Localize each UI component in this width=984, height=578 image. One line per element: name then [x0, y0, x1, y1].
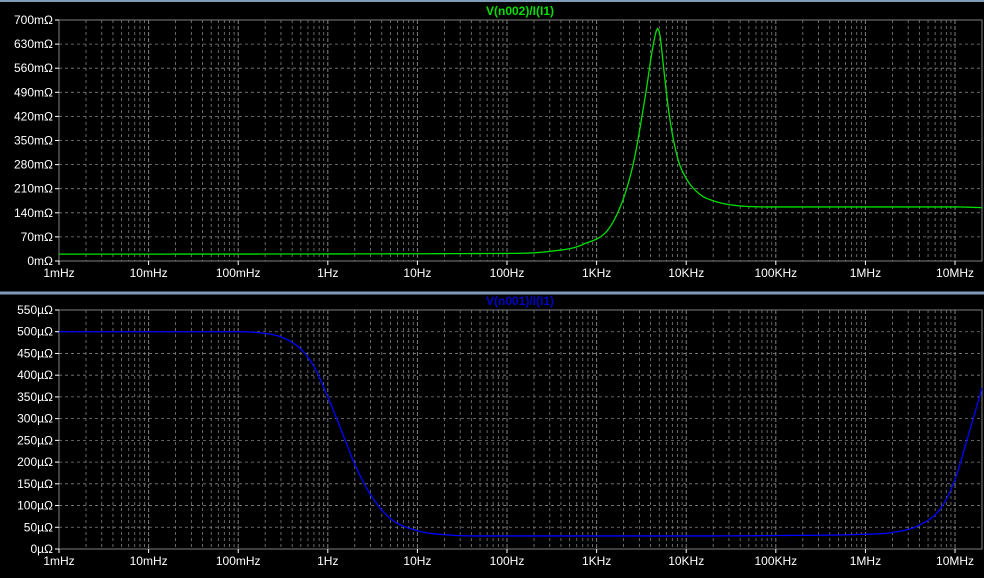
y-tick-label: 280mΩ — [14, 158, 53, 172]
x-tick-label: 10Hz — [403, 554, 431, 568]
y-tick-label: 150µΩ — [17, 477, 53, 491]
x-tick-label: 10KHz — [668, 554, 704, 568]
y-tick-label: 700mΩ — [14, 13, 53, 27]
x-tick-label: 100Hz — [490, 266, 525, 280]
x-tick-label: 1mHz — [43, 266, 74, 280]
x-tick-label: 1KHz — [582, 266, 611, 280]
x-tick-label: 100Hz — [490, 554, 525, 568]
x-tick-label: 10mHz — [130, 554, 168, 568]
x-tick-label: 1KHz — [582, 554, 611, 568]
x-tick-label: 10Hz — [403, 266, 431, 280]
y-tick-label: 630mΩ — [14, 37, 53, 51]
y-tick-label: 350mΩ — [14, 134, 53, 148]
bottom-plot-title: V(n001)/I(I1) — [486, 294, 554, 308]
y-tick-label: 140mΩ — [14, 206, 53, 220]
x-tick-label: 1MHz — [850, 266, 881, 280]
x-tick-label: 1Hz — [317, 554, 338, 568]
x-tick-label: 1mHz — [43, 554, 74, 568]
x-tick-label: 10MHz — [936, 266, 974, 280]
y-tick-label: 350µΩ — [17, 390, 53, 404]
x-tick-label: 100mHz — [216, 554, 261, 568]
x-tick-label: 1MHz — [850, 554, 881, 568]
y-tick-label: 70mΩ — [21, 230, 53, 244]
x-tick-label: 1Hz — [317, 266, 338, 280]
y-tick-label: 400µΩ — [17, 368, 53, 382]
y-tick-label: 250µΩ — [17, 433, 53, 447]
y-tick-label: 50µΩ — [24, 520, 53, 534]
y-tick-label: 300µΩ — [17, 412, 53, 426]
x-tick-label: 100mHz — [216, 266, 261, 280]
waveform-viewer: V(n002)/I(I1) 0mΩ70mΩ140mΩ210mΩ280mΩ350m… — [0, 0, 984, 578]
x-tick-label: 10mHz — [130, 266, 168, 280]
x-tick-label: 100KHz — [754, 554, 797, 568]
y-tick-label: 200µΩ — [17, 455, 53, 469]
y-tick-label: 100µΩ — [17, 499, 53, 513]
y-tick-label: 550µΩ — [17, 303, 53, 317]
y-tick-label: 500µΩ — [17, 325, 53, 339]
x-tick-label: 100KHz — [754, 266, 797, 280]
y-tick-label: 450µΩ — [17, 346, 53, 360]
y-tick-label: 490mΩ — [14, 85, 53, 99]
y-tick-label: 210mΩ — [14, 182, 53, 196]
x-tick-label: 10KHz — [668, 266, 704, 280]
x-tick-label: 10MHz — [936, 554, 974, 568]
viewer-background — [0, 0, 984, 578]
y-tick-label: 420mΩ — [14, 109, 53, 123]
top-plot-title: V(n002)/I(I1) — [486, 4, 554, 18]
y-tick-label: 560mΩ — [14, 61, 53, 75]
